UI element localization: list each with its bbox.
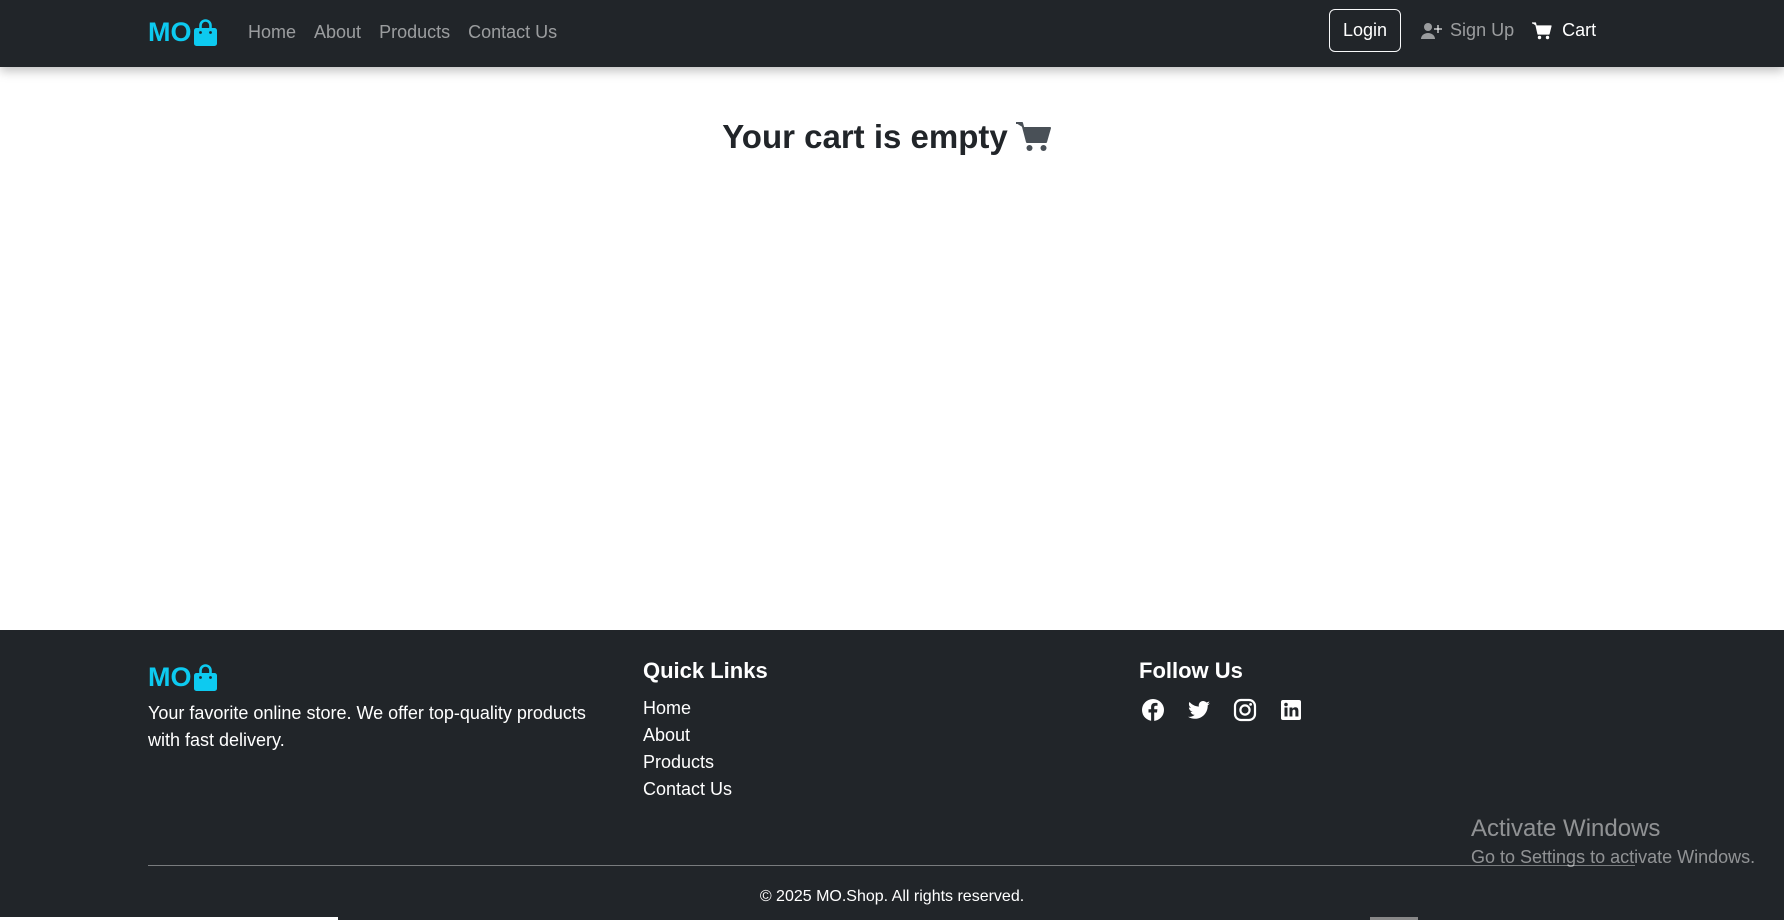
linkedin-icon[interactable] [1278, 697, 1303, 722]
login-button[interactable]: Login [1329, 9, 1402, 52]
social-links [1140, 697, 1303, 722]
signup-label: Sign Up [1450, 20, 1515, 40]
shopping-bag-icon [193, 18, 218, 47]
cart-label: Cart [1562, 20, 1597, 40]
twitter-icon[interactable] [1186, 697, 1211, 722]
footer-brand: MO [148, 662, 218, 693]
footer-brand-text: MO [148, 662, 192, 692]
cart-icon [1015, 121, 1052, 153]
instagram-icon[interactable] [1232, 697, 1257, 722]
list-item: About [643, 722, 732, 749]
footer: MO Your favorite online store. We offer … [0, 630, 1784, 920]
user-plus-icon [1421, 22, 1443, 40]
nav-links: Home About Products Contact Us [248, 20, 575, 44]
bottom-scroll-strip [0, 916, 1784, 920]
nav-link-about[interactable]: About [314, 20, 361, 44]
footer-divider [148, 865, 1635, 866]
nav-link-home[interactable]: Home [248, 20, 296, 44]
quick-links-list: Home About Products Contact Us [643, 695, 732, 803]
watermark-title: Activate Windows [1471, 815, 1661, 842]
footer-link-home[interactable]: Home [643, 698, 691, 718]
empty-cart-message: Your cart is empty [722, 118, 1008, 155]
footer-link-products[interactable]: Products [643, 752, 714, 772]
follow-us-heading: Follow Us [1139, 658, 1243, 683]
footer-link-contact[interactable]: Contact Us [643, 779, 732, 799]
nav-actions: Login Sign Up Cart [1329, 9, 1596, 52]
facebook-icon[interactable] [1140, 697, 1165, 722]
copyright-text: © 2025 MO.Shop. All rights reserved. [759, 888, 1025, 905]
list-item: Home [643, 695, 732, 722]
footer-description: Your favorite online store. We offer top… [148, 703, 586, 750]
shopping-bag-icon [193, 663, 218, 692]
footer-link-about[interactable]: About [643, 725, 690, 745]
windows-activation-watermark: Activate Windows Go to Settings to activ… [1471, 814, 1755, 870]
quick-links-heading: Quick Links [643, 658, 768, 683]
empty-cart-heading: Your cart is empty [0, 118, 1784, 156]
navbar: MO Home About Products Contact Us Login [0, 0, 1784, 67]
nav-link-contact[interactable]: Contact Us [468, 20, 557, 44]
list-item: Contact Us [643, 776, 732, 803]
signup-button[interactable]: Sign Up [1421, 20, 1514, 41]
cart-icon [1532, 21, 1552, 40]
brand-logo[interactable]: MO [148, 17, 218, 48]
cart-button[interactable]: Cart [1532, 20, 1596, 41]
nav-link-products[interactable]: Products [379, 20, 450, 44]
list-item: Products [643, 749, 732, 776]
brand-text: MO [148, 17, 192, 47]
watermark-subtitle: Go to Settings to activate Windows. [1471, 847, 1756, 867]
